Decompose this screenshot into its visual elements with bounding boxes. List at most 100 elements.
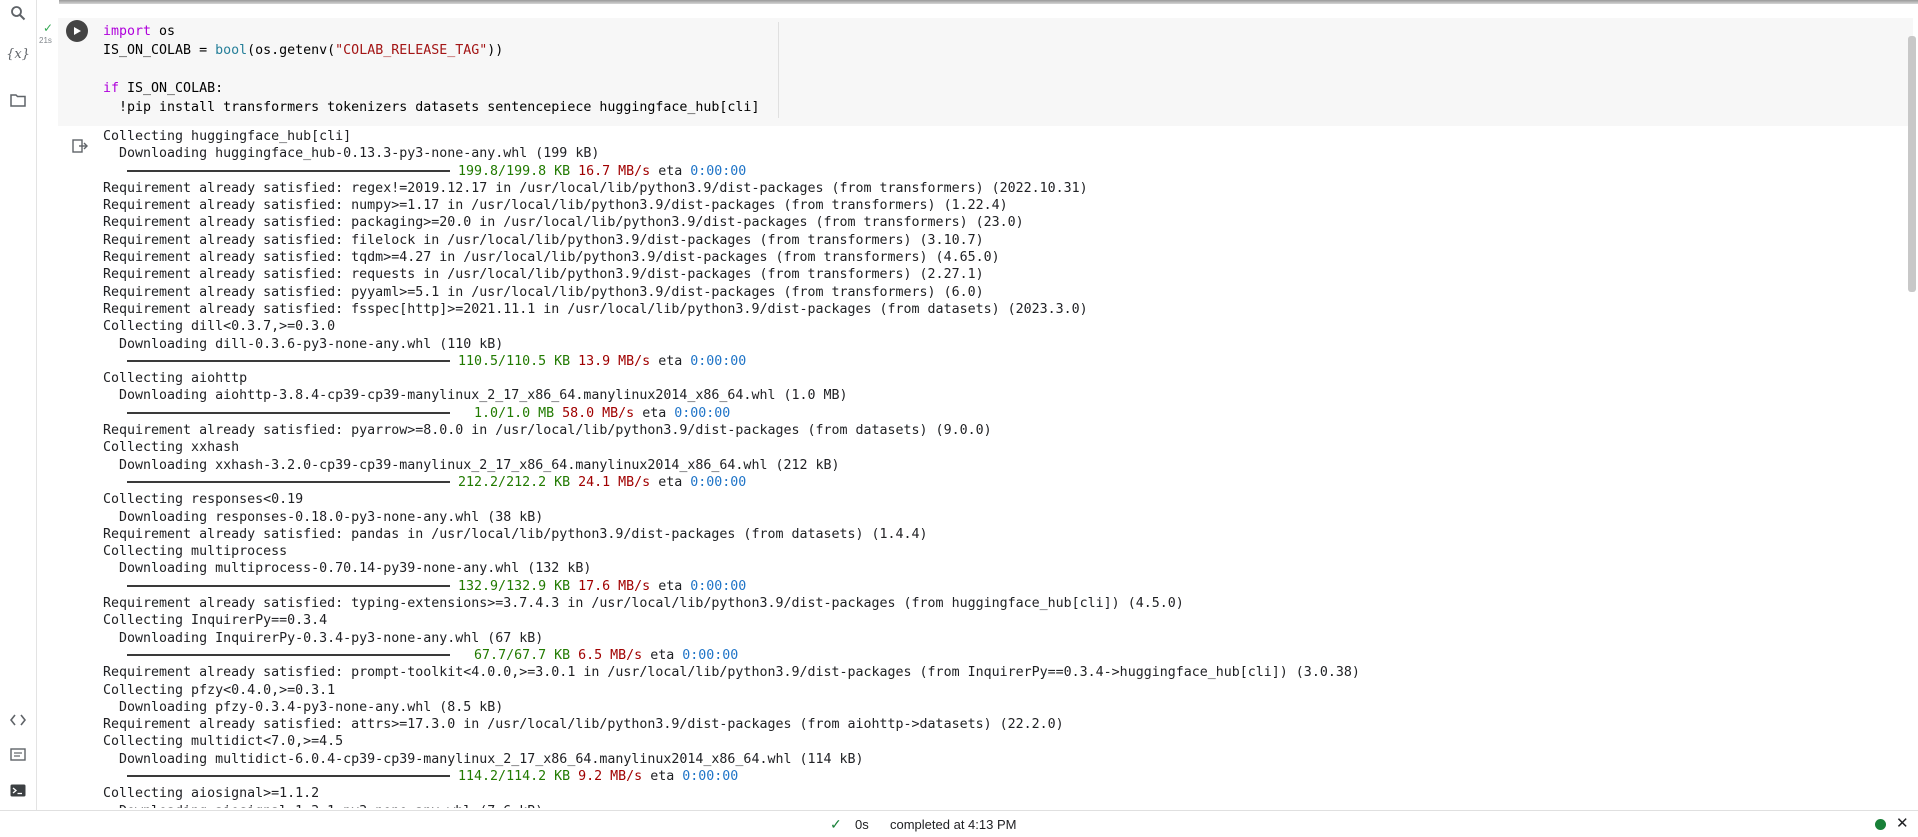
output-line: Downloading InquirerPy-0.3.4-py3-none-an… [103,630,544,646]
progress-bar [127,480,451,483]
output-line: Collecting aiosignal>=1.1.2 [103,786,320,802]
folder-icon[interactable] [5,87,31,113]
progress-line: 132.9/132.9 KB 17.6 MB/s eta 0:00:00 [103,578,1883,595]
output-line: Requirement already satisfied: prompt-to… [103,665,1360,681]
progress-eta: 0:00:00 [690,163,747,179]
search-icon[interactable] [5,0,31,26]
output-icon[interactable] [72,138,88,154]
run-cell-icon[interactable] [66,20,88,42]
progress-eta: 0:00:00 [674,405,731,421]
eta-label: eta [650,768,675,784]
progress-line: 110.5/110.5 KB 13.9 MB/s eta 0:00:00 [103,353,1883,370]
exec-time: 21s [39,36,52,45]
progress-size: 1.0/1.0 MB [474,405,555,421]
output-line: Collecting pfzy<0.4.0,>=0.3.1 [103,682,336,698]
output-scrollbar[interactable] [1908,36,1916,292]
progress-line: 67.7/67.7 KB 6.5 MB/s eta 0:00:00 [103,647,1883,664]
toolbar-shadow [59,0,1918,4]
connection-status-icon[interactable] [1875,819,1886,830]
progress-bar [127,653,451,656]
code-editor[interactable]: import os IS_ON_COLAB = bool(os.getenv("C… [103,22,759,117]
exec-success-icon: ✓ [43,21,54,35]
progress-line: 1.0/1.0 MB 58.0 MB/s eta 0:00:00 [103,405,1883,422]
output-line: Collecting xxhash [103,440,240,456]
status-text: completed at 4:13 PM [890,817,1017,832]
output-line: Requirement already satisfied: pyyaml>=5… [103,284,984,300]
output-line: Collecting aiohttp [103,371,248,387]
progress-speed: 16.7 MB/s [578,163,651,179]
eta-label: eta [658,578,683,594]
code-line: import os [103,24,176,39]
eta-label: eta [650,647,675,663]
progress-eta: 0:00:00 [690,474,747,490]
progress-size: 132.9/132.9 KB [458,578,571,594]
output-line: Collecting dill<0.3.7,>=0.3.0 [103,319,336,335]
progress-size: 67.7/67.7 KB [474,647,571,663]
line-ruler [778,22,779,118]
progress-bar [127,774,451,777]
progress-speed: 17.6 MB/s [578,578,651,594]
output-line: Collecting InquirerPy==0.3.4 [103,613,328,629]
progress-bar [127,584,451,587]
progress-eta: 0:00:00 [690,353,747,369]
eta-label: eta [658,353,683,369]
output-line: Requirement already satisfied: filelock … [103,232,984,248]
output-line: Requirement already satisfied: numpy>=1.… [103,198,1008,214]
progress-eta: 0:00:00 [682,647,739,663]
progress-speed: 58.0 MB/s [562,405,635,421]
progress-size: 114.2/114.2 KB [458,768,571,784]
terminal-icon[interactable] [5,777,31,803]
output-line: Downloading xxhash-3.2.0-cp39-cp39-manyl… [103,457,840,473]
output-line: Downloading aiosignal-1.3.1-py3-none-any… [103,803,1883,808]
eta-label: eta [658,163,683,179]
output-line: Collecting huggingface_hub[cli] [103,129,352,144]
progress-bar [127,169,451,172]
output-line: Requirement already satisfied: attrs>=17… [103,717,1064,733]
output-line: Collecting multiprocess [103,544,288,560]
output-line: Requirement already satisfied: pyarrow>=… [103,423,992,439]
code-line: IS_ON_COLAB = bool(os.getenv("COLAB_RELE… [103,43,504,58]
output-line: Downloading multidict-6.0.4-cp39-cp39-ma… [103,751,864,767]
progress-eta: 0:00:00 [690,578,747,594]
eta-label: eta [642,405,667,421]
left-sidebar: {x} [0,0,37,810]
progress-line: 199.8/199.8 KB 16.7 MB/s eta 0:00:00 [103,163,1883,180]
output-line: Requirement already satisfied: requests … [103,267,984,283]
code-line: !pip install transformers tokenizers dat… [103,100,760,115]
code-snippets-icon[interactable] [5,707,31,733]
eta-label: eta [658,474,683,490]
output-line: Requirement already satisfied: packaging… [103,215,1024,231]
progress-size: 110.5/110.5 KB [458,353,571,369]
output-line: Requirement already satisfied: regex!=20… [103,180,1088,196]
output-line: Downloading multiprocess-0.70.14-py39-no… [103,561,592,577]
output-line: Requirement already satisfied: typing-ex… [103,596,1184,612]
progress-eta: 0:00:00 [682,768,739,784]
progress-speed: 6.5 MB/s [578,647,643,663]
output-line: Collecting responses<0.19 [103,492,304,508]
code-line: if IS_ON_COLAB: [103,81,224,96]
output-line: Collecting multidict<7.0,>=4.5 [103,734,344,750]
progress-size: 212.2/212.2 KB [458,474,571,490]
status-check-icon: ✓ [830,816,842,832]
progress-size: 199.8/199.8 KB [458,163,571,179]
progress-speed: 13.9 MB/s [578,353,651,369]
variables-icon[interactable]: {x} [5,41,31,67]
progress-line: 114.2/114.2 KB 9.2 MB/s eta 0:00:00 [103,768,1883,785]
command-palette-icon[interactable] [5,741,31,767]
output-line: Downloading dill-0.3.6-py3-none-any.whl … [103,336,504,352]
output-line: Downloading pfzy-0.3.4-py3-none-any.whl … [103,699,504,715]
output-line: Downloading huggingface_hub-0.13.3-py3-n… [103,146,600,162]
progress-line: 212.2/212.2 KB 24.1 MB/s eta 0:00:00 [103,474,1883,491]
progress-speed: 9.2 MB/s [578,768,643,784]
cell-output: Collecting huggingface_hub[cli] Download… [103,128,1883,808]
progress-bar [127,411,451,414]
progress-speed: 24.1 MB/s [578,474,651,490]
output-line: Requirement already satisfied: tqdm>=4.2… [103,250,1000,266]
status-bar: ✓ 0s completed at 4:13 PM ✕ [0,810,1918,837]
close-icon[interactable]: ✕ [1896,814,1909,832]
output-line: Downloading aiohttp-3.8.4-cp39-cp39-many… [103,388,848,404]
status-time: 0s [855,817,869,832]
output-line: Downloading responses-0.18.0-py3-none-an… [103,509,544,525]
progress-bar [127,359,451,362]
